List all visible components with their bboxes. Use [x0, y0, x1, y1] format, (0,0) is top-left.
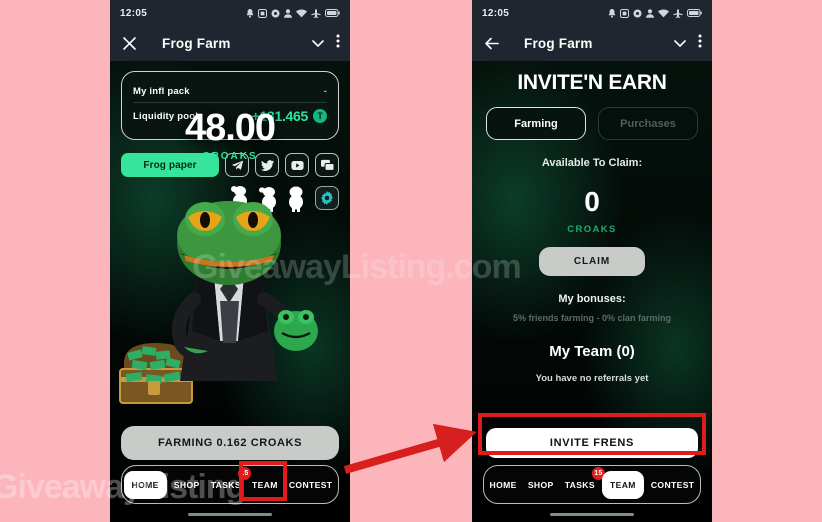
page-title-team: Frog Farm	[524, 36, 593, 51]
frog-mascot-illustration	[110, 181, 350, 451]
phone-screenshot-team: 12:05 Frog Farm INVITE'N EARN Farming Pu…	[472, 0, 712, 522]
my-team-title: My Team (0)	[549, 343, 635, 360]
image-icon	[620, 8, 629, 18]
nav-item-shop[interactable]: SHOP	[170, 472, 204, 498]
frog-head	[177, 201, 281, 285]
airplane-icon	[673, 8, 683, 18]
nav-label-contest: CONTEST	[288, 479, 333, 490]
title-bar-home: Frog Farm	[110, 26, 350, 61]
nav-item-team[interactable]: TEAM	[602, 470, 644, 499]
invite-earn-heading: INVITE'N EARN	[517, 71, 667, 94]
title-bar-actions-team	[674, 34, 702, 53]
chevron-down-icon[interactable]	[312, 35, 324, 53]
invite-frens-button[interactable]: INVITE FRENS	[486, 428, 698, 458]
nav-item-shop[interactable]: SHOP	[524, 472, 558, 498]
status-bar-time-team: 12:05	[482, 7, 510, 19]
segment-tabs: Farming Purchases	[486, 107, 698, 140]
nav-label-shop: SHOP	[527, 479, 554, 490]
nav-item-team[interactable]: TEAM	[248, 472, 282, 498]
app-body-team: INVITE'N EARN Farming Purchases Availabl…	[472, 61, 712, 522]
more-vertical-icon[interactable]	[698, 34, 702, 53]
wifi-icon	[296, 9, 307, 17]
status-bar-home: 12:05	[110, 0, 350, 26]
person-icon	[284, 8, 292, 18]
home-indicator-bar	[188, 513, 272, 516]
nav-item-contest[interactable]: CONTEST	[285, 472, 337, 498]
nav-item-contest[interactable]: CONTEST	[647, 472, 699, 498]
person-icon	[646, 8, 654, 18]
bell-icon	[246, 8, 254, 18]
status-bar-icons-team	[608, 8, 702, 18]
my-bonuses-title: My bonuses:	[558, 293, 626, 305]
nav-label-tasks: TASKS	[564, 479, 595, 490]
battery-icon	[325, 9, 340, 17]
claim-amount-value: 0	[584, 186, 600, 217]
gear-icon	[271, 9, 280, 17]
phone-screenshot-home: 12:05 Frog Farm My infl pack - Liquidity…	[110, 0, 350, 522]
app-body-home: My infl pack - Liquidity pool +131.465 T…	[110, 61, 350, 522]
croaks-balance: 48.00	[184, 107, 276, 149]
nav-label-tasks: TASKS	[210, 479, 241, 490]
bottom-nav-home: HOME SHOP TASKS 15 TEAM CONTEST	[121, 465, 339, 504]
nav-label-home: HOME	[131, 479, 159, 490]
nav-label-contest: CONTEST	[650, 479, 695, 490]
battery-icon	[687, 9, 702, 17]
nav-item-tasks[interactable]: TASKS 15	[207, 466, 251, 498]
bell-icon	[608, 8, 616, 18]
my-bonuses-detail: 5% friends farming - 0% clan farming	[512, 313, 672, 323]
bottom-nav-team: HOME SHOP TASKS 15 TEAM CONTEST	[483, 465, 701, 504]
status-bar-icons	[246, 8, 340, 18]
back-arrow-icon[interactable]	[482, 35, 500, 53]
tab-purchases[interactable]: Purchases	[598, 107, 698, 140]
claim-amount-unit: CROAKS	[567, 224, 617, 235]
nav-label-team: TEAM	[610, 479, 636, 490]
gear-icon	[633, 9, 642, 17]
nav-label-shop: SHOP	[173, 479, 200, 490]
wifi-icon	[658, 9, 669, 17]
status-bar-time: 12:05	[120, 7, 148, 19]
title-bar-team: Frog Farm	[472, 26, 712, 61]
stat-row-infl-pack: My infl pack -	[133, 81, 327, 102]
page-title-home: Frog Farm	[162, 36, 231, 51]
nav-label-home: HOME	[489, 479, 517, 490]
airplane-icon	[311, 8, 321, 18]
available-to-claim-label: Available To Claim:	[541, 157, 643, 169]
claim-button[interactable]: CLAIM	[539, 247, 645, 276]
more-vertical-icon[interactable]	[336, 34, 340, 53]
stat-label-infl-pack: My infl pack	[133, 86, 190, 97]
close-icon[interactable]	[120, 35, 138, 53]
nav-label-team: TEAM	[252, 479, 278, 490]
nav-item-home[interactable]: HOME	[486, 472, 521, 498]
farming-button[interactable]: FARMING 0.162 CROAKS	[121, 426, 339, 460]
chevron-down-icon[interactable]	[674, 35, 686, 53]
stat-value-infl-pack: -	[323, 86, 327, 97]
nav-item-tasks[interactable]: TASKS 15	[561, 466, 605, 498]
status-bar-team: 12:05	[472, 0, 712, 26]
small-frog-graphic	[274, 310, 318, 351]
title-bar-actions-home	[312, 34, 340, 53]
home-indicator-bar	[550, 513, 634, 516]
tab-farming[interactable]: Farming	[486, 107, 586, 140]
croaks-balance-unit: CROAKS	[202, 151, 258, 162]
no-referrals-text: You have no referrals yet	[535, 373, 649, 384]
image-icon	[258, 8, 267, 18]
nav-item-home[interactable]: HOME	[123, 470, 167, 499]
